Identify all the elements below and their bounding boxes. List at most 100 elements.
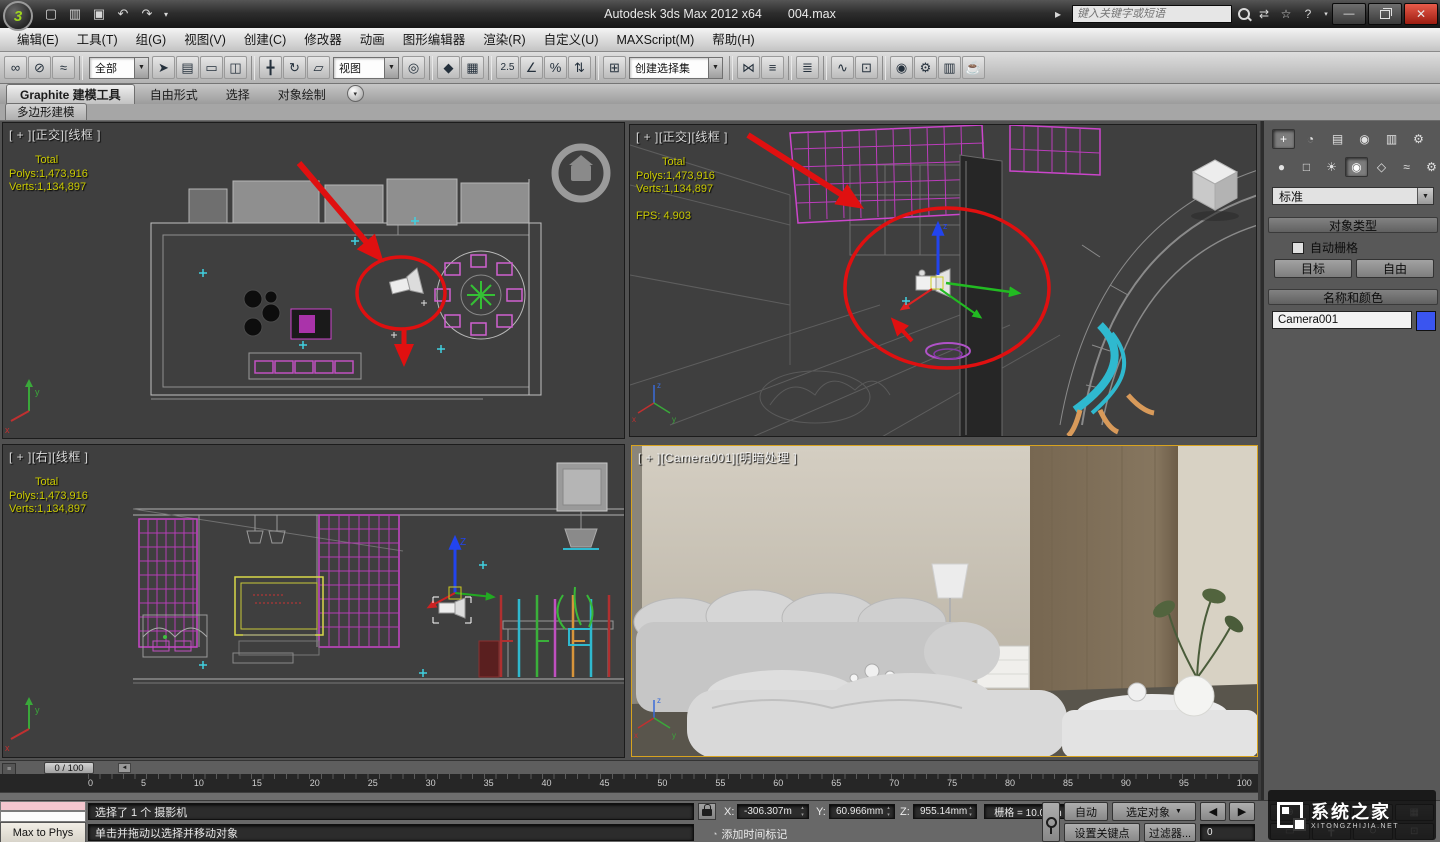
reference-coordinate-dropdown[interactable]: 视图 ▼: [333, 57, 399, 79]
viewport-label[interactable]: [ + ][右][线框 ]: [9, 448, 89, 465]
frame-step-button[interactable]: ◄: [118, 763, 131, 773]
select-and-move-icon[interactable]: ╋: [259, 56, 282, 79]
x-spinner[interactable]: ▴▾: [798, 806, 807, 818]
x-coordinate-field[interactable]: -306.307m ▴▾: [737, 804, 809, 819]
render-production-icon[interactable]: ☕: [962, 56, 985, 79]
maxscript-mini-listener-pink[interactable]: [0, 801, 86, 811]
geometry-category-icon[interactable]: ●: [1270, 157, 1293, 177]
edit-named-sets-icon[interactable]: ⊞: [603, 56, 626, 79]
modify-tab-icon[interactable]: ◔: [1299, 129, 1322, 149]
viewport-label[interactable]: [ + ][正交][线框 ]: [9, 126, 101, 143]
search-icon[interactable]: [1238, 8, 1250, 20]
max-to-phys-button[interactable]: Max to Phys: [0, 822, 86, 842]
menu-item[interactable]: 图形编辑器: [394, 28, 475, 52]
utilities-tab-icon[interactable]: ⚙: [1407, 129, 1430, 149]
select-and-rotate-icon[interactable]: ↻: [283, 56, 306, 79]
menu-item[interactable]: 修改器: [295, 28, 351, 52]
menu-item[interactable]: 创建(C): [235, 28, 295, 52]
keyboard-override-icon[interactable]: ▦: [461, 56, 484, 79]
motion-tab-icon[interactable]: ◉: [1353, 129, 1376, 149]
timeline-ruler[interactable]: 0510152025303540455055606570758085909510…: [0, 774, 1258, 792]
lights-category-icon[interactable]: ☀: [1320, 157, 1343, 177]
collapse-icon[interactable]: ▸: [1050, 7, 1066, 21]
minimize-button[interactable]: —: [1332, 3, 1366, 25]
y-spinner[interactable]: ▴▾: [884, 806, 893, 818]
tab-graphite-modeling[interactable]: Graphite 建模工具: [6, 84, 135, 104]
align-icon[interactable]: ≡: [761, 56, 784, 79]
render-setup-icon[interactable]: ⚙: [914, 56, 937, 79]
menu-item[interactable]: 动画: [351, 28, 394, 52]
hierarchy-tab-icon[interactable]: ▤: [1326, 129, 1349, 149]
bind-to-spacewarp-icon[interactable]: ≈: [52, 56, 75, 79]
favorites-icon[interactable]: ☆: [1278, 7, 1294, 21]
rollout-object-type[interactable]: 对象类型: [1268, 217, 1438, 233]
search-input[interactable]: [1072, 5, 1232, 23]
help-icon[interactable]: ?: [1300, 7, 1316, 21]
auto-key-button[interactable]: 自动: [1064, 802, 1108, 821]
add-time-tag[interactable]: ◔ 添加时间标记: [712, 826, 787, 842]
close-button[interactable]: ✕: [1404, 3, 1438, 25]
object-name-input[interactable]: Camera001: [1272, 311, 1412, 329]
named-selection-dropdown[interactable]: 创建选择集 ▼: [629, 57, 723, 79]
viewport-top-right[interactable]: z z: [629, 124, 1257, 437]
tab-freeform[interactable]: 自由形式: [137, 85, 211, 104]
layer-manager-icon[interactable]: ≣: [796, 56, 819, 79]
selection-lock-toggle[interactable]: [698, 803, 716, 820]
menu-item[interactable]: 帮助(H): [703, 28, 763, 52]
use-pivot-center-icon[interactable]: ◎: [402, 56, 425, 79]
play-button[interactable]: ▶: [1229, 802, 1255, 821]
communication-icon[interactable]: ⇄: [1256, 7, 1272, 21]
select-and-link-icon[interactable]: ∞: [4, 56, 27, 79]
dropdown-arrow-icon[interactable]: ▼: [1417, 188, 1433, 204]
angle-snap-icon[interactable]: ∠: [520, 56, 543, 79]
current-frame-field[interactable]: 0: [1200, 824, 1255, 841]
unlink-selection-icon[interactable]: ⊘: [28, 56, 51, 79]
select-and-scale-icon[interactable]: ▱: [307, 56, 330, 79]
open-file-icon[interactable]: ▥: [64, 3, 86, 25]
set-key-mode-button[interactable]: 设置关键点: [1064, 823, 1140, 842]
camera-type-dropdown[interactable]: 标准 ▼: [1272, 187, 1434, 205]
create-tab-icon[interactable]: +: [1272, 129, 1295, 149]
qat-dropdown-icon[interactable]: ▾: [160, 3, 172, 25]
target-camera-button[interactable]: 目标: [1274, 259, 1352, 278]
ribbon-minimize-icon[interactable]: ▾: [347, 85, 364, 102]
menu-item[interactable]: MAXScript(M): [608, 28, 704, 52]
new-scene-icon[interactable]: ▢: [40, 3, 62, 25]
mirror-icon[interactable]: ⋈: [737, 56, 760, 79]
select-by-name-icon[interactable]: ▤: [176, 56, 199, 79]
tab-object-paint[interactable]: 对象绘制: [265, 85, 339, 104]
select-and-manipulate-icon[interactable]: ◆: [437, 56, 460, 79]
material-editor-icon[interactable]: ◉: [890, 56, 913, 79]
redo-icon[interactable]: ↷: [136, 3, 158, 25]
spinner-snap-icon[interactable]: ⇅: [568, 56, 591, 79]
object-color-swatch[interactable]: [1416, 311, 1436, 331]
z-coordinate-field[interactable]: 955.14mm ▴▾: [913, 804, 977, 819]
undo-icon[interactable]: ↶: [112, 3, 134, 25]
viewport-camera[interactable]: z x y [ + ][Camera001][明暗处理 ]: [631, 445, 1258, 757]
subtab-polygon-modeling[interactable]: 多边形建模: [5, 103, 87, 120]
trackbar-strip[interactable]: [0, 792, 1258, 800]
save-file-icon[interactable]: ▣: [88, 3, 110, 25]
spacewarps-category-icon[interactable]: ≈: [1395, 157, 1418, 177]
menu-item[interactable]: 自定义(U): [535, 28, 608, 52]
menu-item[interactable]: 组(G): [127, 28, 176, 52]
play-backwards-button[interactable]: ◀: [1200, 802, 1226, 821]
dropdown-arrow-icon[interactable]: ▼: [134, 58, 148, 78]
maxscript-mini-listener-white[interactable]: [0, 811, 86, 822]
help-dropdown-icon[interactable]: ▾: [1322, 10, 1330, 18]
schedule-view-icon[interactable]: ⊡: [855, 56, 878, 79]
application-menu-button[interactable]: 3: [3, 1, 33, 31]
window-crossing-icon[interactable]: ◫: [224, 56, 247, 79]
viewport-bottom-left[interactable]: Z y x: [2, 444, 625, 758]
time-slider-grip[interactable]: 0 / 100: [44, 762, 94, 774]
restore-button[interactable]: [1368, 3, 1402, 25]
display-tab-icon[interactable]: ▥: [1380, 129, 1403, 149]
helpers-category-icon[interactable]: ◇: [1370, 157, 1393, 177]
key-filters-button[interactable]: 过滤器...: [1144, 823, 1196, 842]
select-object-icon[interactable]: ➤: [152, 56, 175, 79]
systems-category-icon[interactable]: ⚙: [1420, 157, 1440, 177]
viewport-label[interactable]: [ + ][正交][线框 ]: [636, 128, 728, 145]
dropdown-arrow-icon[interactable]: ▼: [708, 58, 722, 78]
tab-selection[interactable]: 选择: [213, 85, 263, 104]
viewport-top-left[interactable]: y x [ + ][正交][线框 ] TotalPolys:1,473,916V…: [2, 122, 625, 439]
